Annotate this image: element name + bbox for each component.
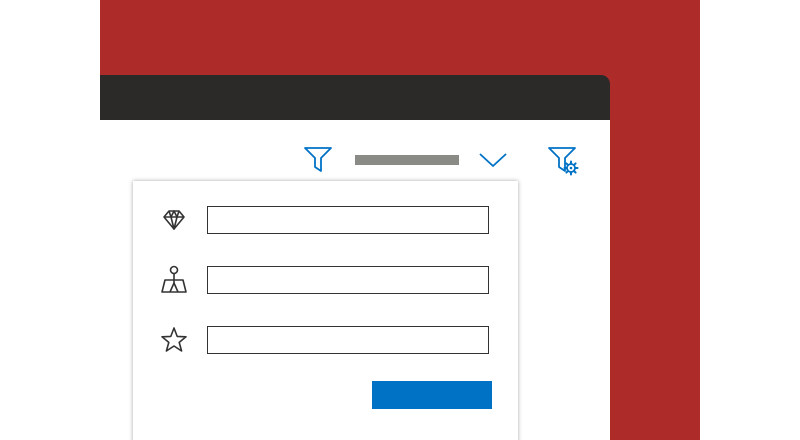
app-window <box>100 75 610 440</box>
filter-button[interactable] <box>303 144 333 174</box>
filter-icon <box>304 147 332 172</box>
filter-summary-placeholder <box>355 155 459 165</box>
diamond-filter-field[interactable] <box>207 206 489 234</box>
window-content <box>100 120 610 440</box>
title-bar <box>100 75 610 120</box>
apply-filter-button[interactable] <box>372 381 492 409</box>
chevron-down-icon <box>479 153 507 167</box>
filter-settings-icon <box>548 147 579 176</box>
filter-dropdown-panel <box>133 181 518 440</box>
favorites-filter-field[interactable] <box>207 326 489 354</box>
map-pin-icon <box>160 265 188 293</box>
star-icon <box>160 326 188 354</box>
filter-settings-button[interactable] <box>547 144 581 176</box>
diamond-icon <box>160 206 188 234</box>
expand-filter-button[interactable] <box>478 148 508 172</box>
location-filter-field[interactable] <box>207 266 489 294</box>
